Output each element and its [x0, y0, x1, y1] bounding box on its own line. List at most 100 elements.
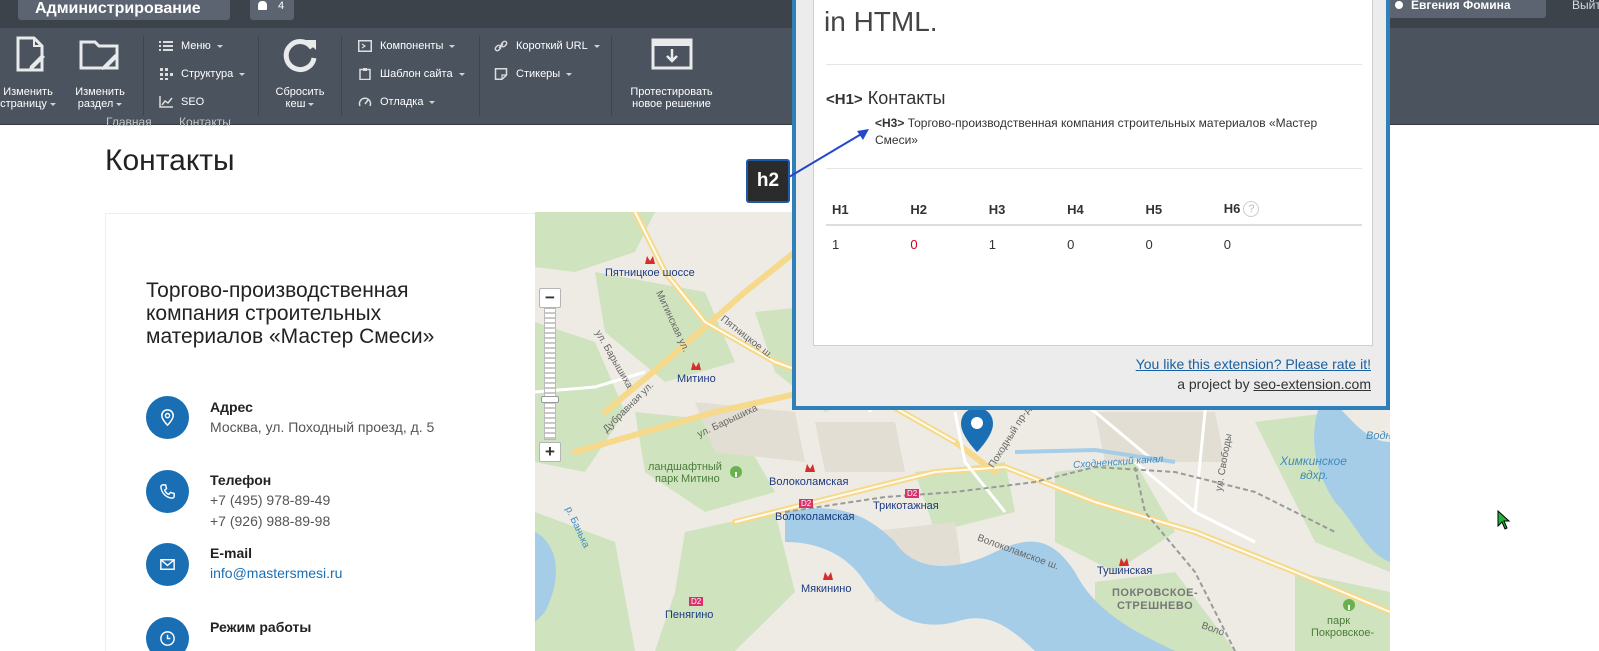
chevron-down-icon — [449, 44, 456, 48]
breadcrumb-home[interactable]: Главная — [106, 117, 152, 128]
map-label-khimkinskoe-2: вдхр. — [1300, 468, 1329, 482]
hours-label: Режим работы — [210, 619, 312, 635]
chevron-down-icon — [593, 44, 600, 48]
location-icon — [146, 396, 189, 439]
address-label: Адрес — [210, 399, 253, 415]
map-label-park-mitino-1: ландшафтный — [648, 461, 722, 473]
project-link[interactable]: seo-extension.com — [1253, 376, 1371, 392]
chevron-down-icon — [216, 44, 223, 48]
clipboard-icon — [359, 68, 371, 81]
menu-label: Меню — [181, 40, 211, 52]
logout-link[interactable]: Выйти — [1572, 0, 1599, 11]
count-h1: 1 — [832, 237, 840, 252]
components-button[interactable]: Компоненты — [358, 39, 456, 53]
h3-entry[interactable]: <H3> Торгово-производственная компания с… — [875, 115, 1345, 149]
breadcrumb: Главная Контакты — [106, 117, 255, 128]
menu-button[interactable]: Меню — [159, 39, 223, 53]
map-pin-icon[interactable] — [959, 406, 995, 454]
toolbar-divider — [479, 36, 480, 116]
company-name: Торгово-производственная компания строит… — [146, 279, 435, 348]
site-template-button[interactable]: Шаблон сайта — [358, 67, 465, 81]
count-h4: 0 — [1067, 237, 1075, 252]
email-link[interactable]: info@mastersmesi.ru — [210, 565, 342, 581]
list-icon — [159, 41, 173, 52]
count-h6: 0 — [1223, 237, 1232, 252]
rate-extension-link[interactable]: You like this extension? Please rate it! — [1136, 356, 1371, 372]
h3-text: Торгово-производственная компания строит… — [875, 116, 1318, 147]
headings-count-table: H1 H2 H3 H4 H5 H6? 1 0 1 0 0 0 — [826, 194, 1362, 263]
help-icon[interactable]: ? — [1243, 201, 1260, 218]
map-label-park-pokr-2: Покровское- — [1311, 627, 1375, 639]
popup-content: in HTML. <H1> Контакты <H3> Торгово-прои… — [813, 0, 1373, 346]
metro-icon — [823, 572, 833, 580]
map-label-volokolamskaya-rail: Волоколамская — [775, 511, 855, 523]
test-solution-button[interactable]: Протестировать новое решение — [624, 34, 719, 110]
toolbar-divider — [143, 36, 144, 116]
h3-tag: <H3> — [875, 116, 905, 130]
map-label-volokolamskaya: Волоколамская — [769, 476, 849, 488]
map-label-park-mitino-2: парк Митино — [655, 473, 720, 485]
seo-button[interactable]: SEO — [159, 95, 204, 109]
admin-title[interactable]: Администрирование — [18, 0, 230, 20]
download-screen-icon — [651, 38, 692, 70]
map-zoom-track[interactable] — [544, 308, 556, 440]
map-zoom-in-button[interactable]: + — [539, 442, 561, 462]
map-badge-d2: D2 — [905, 489, 920, 498]
table-header-row: H1 H2 H3 H4 H5 H6? — [826, 194, 1362, 226]
edit-page-label-2: страницу — [0, 98, 47, 110]
edit-section-button[interactable]: Изменить раздел — [72, 34, 128, 110]
header-h4: H4 — [1061, 194, 1140, 226]
stickers-label: Стикеры — [516, 68, 561, 80]
phone-icon — [146, 470, 189, 513]
debug-label: Отладка — [380, 96, 424, 108]
chevron-down-icon — [49, 102, 56, 106]
notifications-button[interactable]: 4 — [250, 0, 294, 20]
address-value: Москва, ул. Походный проезд, д. 5 — [210, 419, 435, 435]
header-h1: H1 — [826, 194, 905, 226]
debug-button[interactable]: Отладка — [358, 95, 436, 109]
phone-value-1[interactable]: +7 (495) 978-89-49 — [210, 492, 330, 508]
count-h5: 0 — [1145, 237, 1153, 252]
map-zoom-control: − + — [539, 286, 561, 464]
phone-value-2[interactable]: +7 (926) 988-89-98 — [210, 513, 330, 529]
edit-section-icon — [79, 40, 119, 70]
stickers-button[interactable]: Стикеры — [494, 67, 573, 81]
map-label-pyatnitskoe: Пятницкое шоссе — [605, 267, 695, 279]
components-label: Компоненты — [380, 40, 444, 52]
table-row: 1 0 1 0 0 0 — [826, 225, 1362, 263]
map-zoom-out-button[interactable]: − — [539, 288, 561, 308]
map-label-mitino: Митино — [677, 373, 716, 385]
map-label-tushinskaya: Тушинская — [1097, 565, 1153, 577]
edit-section-label-2: раздел — [77, 98, 114, 110]
park-icon — [1343, 599, 1355, 611]
map-label-khimkinskoe-1: Химкинское — [1280, 454, 1347, 468]
short-url-button[interactable]: Короткий URL — [494, 39, 600, 53]
divider — [826, 64, 1362, 65]
h1-text: Контакты — [867, 88, 946, 108]
map-label-pokrovskoe-2: СТРЕШНЕВО — [1117, 600, 1194, 612]
count-h2: 0 — [910, 237, 918, 252]
map-label-park-pokr-1: парк — [1327, 615, 1351, 627]
phone-label: Телефон — [210, 472, 272, 488]
h2-annotation-badge: h2 — [746, 159, 790, 203]
structure-label: Структура — [181, 68, 234, 80]
site-template-label: Шаблон сайта — [380, 68, 453, 80]
sticker-icon — [494, 68, 508, 81]
toolbar-divider — [258, 36, 259, 116]
edit-page-label-1: Изменить — [3, 86, 53, 98]
h1-entry[interactable]: <H1> Контакты — [826, 88, 945, 109]
header-h3: H3 — [982, 194, 1062, 226]
reset-cache-button[interactable]: Сбросить кеш — [268, 34, 332, 110]
link-icon — [494, 40, 508, 52]
notifications-count: 4 — [278, 0, 285, 12]
chevron-down-icon — [116, 102, 123, 106]
header-h6: H6 — [1223, 200, 1241, 216]
chevron-down-icon — [239, 72, 246, 76]
map-zoom-thumb[interactable] — [541, 396, 559, 403]
user-icon — [1395, 1, 1403, 9]
edit-page-button[interactable]: Изменить страницу — [0, 34, 56, 110]
user-menu[interactable]: Евгения Фомина — [1386, 0, 1546, 18]
chevron-down-icon — [429, 100, 436, 104]
structure-button[interactable]: Структура — [159, 67, 246, 81]
map-label-pokrovskoe-1: ПОКРОВСКОЕ- — [1112, 587, 1199, 599]
